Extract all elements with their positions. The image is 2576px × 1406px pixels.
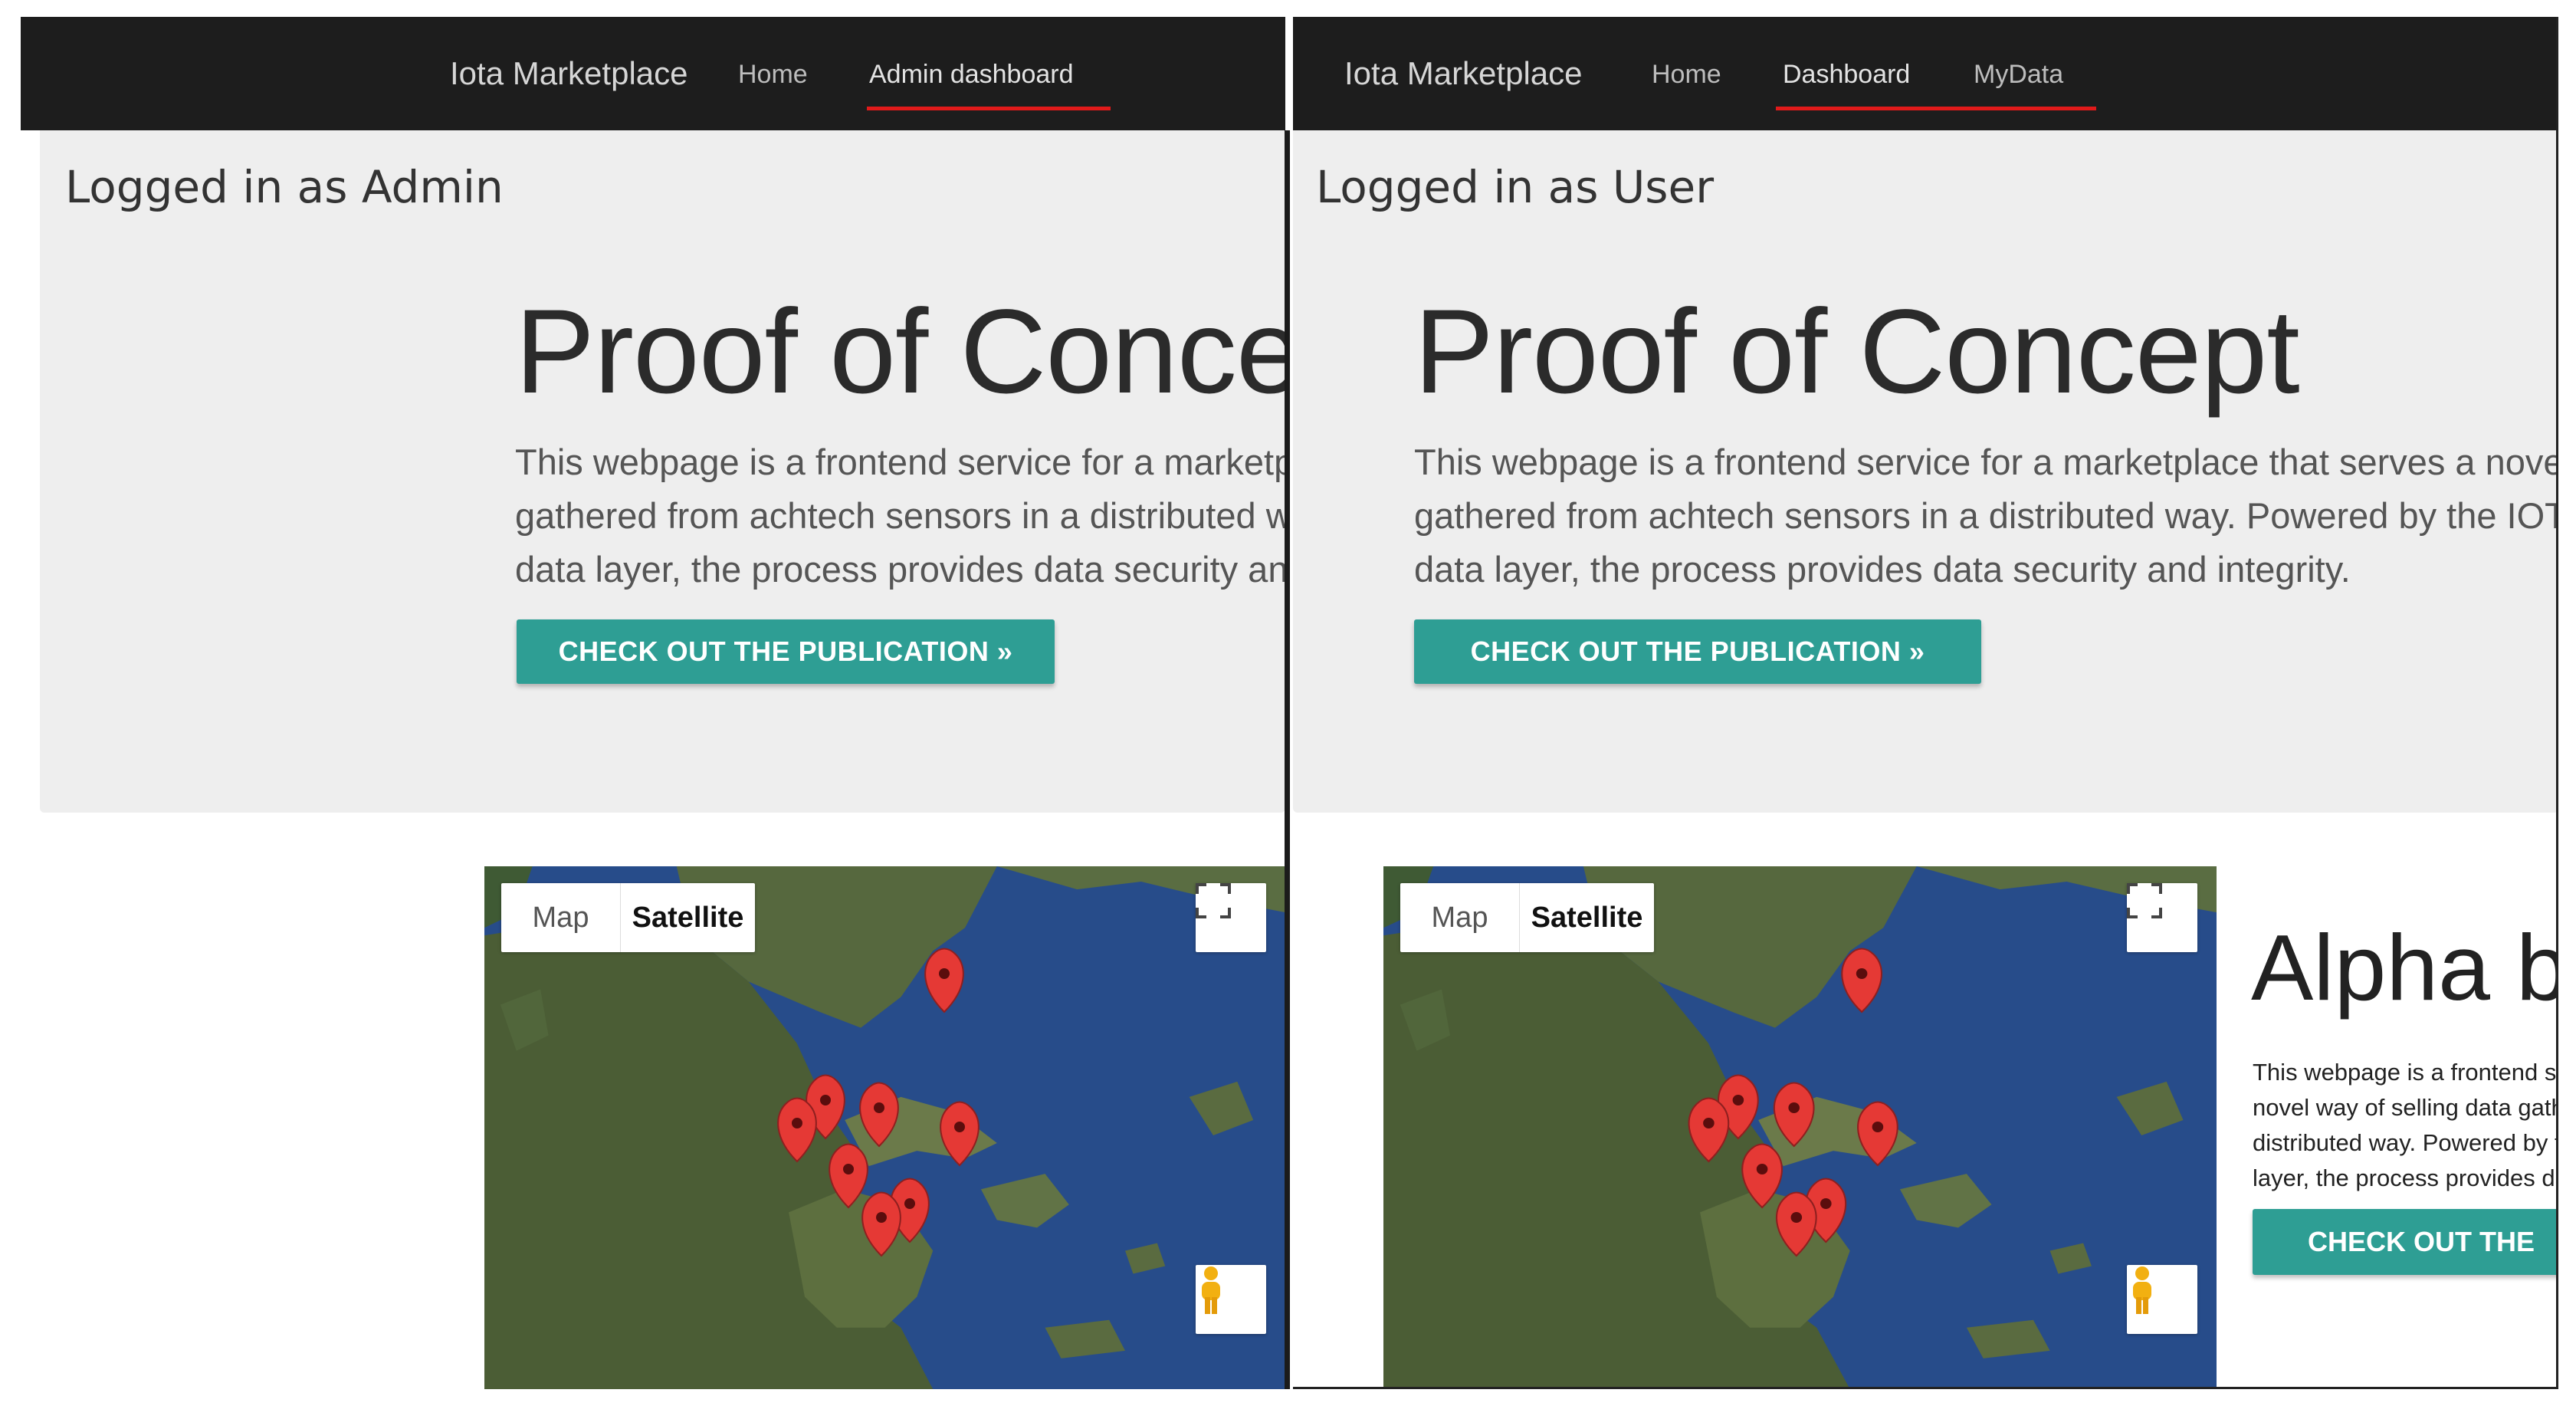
brand-link[interactable]: Iota Marketplace [450,55,688,92]
map-type-satellite[interactable]: Satellite [1520,883,1654,952]
logged-in-label: Logged in as User [1316,161,1715,213]
navbar: Iota Marketplace Home Admin dashboard [21,17,1285,130]
hero-title: Proof of Concept [515,285,1285,419]
logged-in-label: Logged in as Admin [65,161,504,213]
hero-text-line: gathered from achtech sensors in a distr… [1414,495,2558,536]
pegman-icon[interactable] [1196,1265,1266,1334]
hero-text-line: This webpage is a frontend service for a… [515,442,1285,482]
map-type-control: Map Satellite [501,883,755,952]
alpha-text-line: This webpage is a frontend service for a… [2253,1059,2557,1086]
hero-text-line: gathered from achtech sensors in a distr… [515,495,1285,536]
hero-text-line: data layer, the process provides data se… [515,549,1285,590]
hero-text-line: data layer, the process provides data se… [1414,549,2351,590]
alpha-section-description: This webpage is a frontend service for a… [2253,1055,2557,1196]
nav-dashboard[interactable]: Dashboard [1783,60,1910,90]
map-type-map[interactable]: Map [501,883,621,952]
check-publication-button[interactable]: CHECK OUT THE PUBLICATION » [1414,619,1981,684]
jumbotron: Logged in as Admin Proof of Concept This… [40,130,1285,813]
nav-home[interactable]: Home [1652,60,1721,90]
user-panel: Iota Marketplace Home Dashboard MyData L… [1293,17,2558,1389]
hero-description: This webpage is a frontend service for a… [515,435,1285,596]
fullscreen-icon[interactable] [2127,883,2197,952]
admin-panel: Iota Marketplace Home Admin dashboard Lo… [21,17,1285,1389]
check-publication-button[interactable]: CHECK OUT THE PUBLICATION » [517,619,1055,684]
map-type-control: Map Satellite [1400,883,1654,952]
nav-home[interactable]: Home [738,60,808,90]
alpha-section-title: Alpha b [2251,915,2558,1020]
alpha-text-line: distributed way. Powered by the IOTA dat… [2253,1129,2556,1156]
hero-text-line: This webpage is a frontend service for a… [1414,442,2556,482]
navbar: Iota Marketplace Home Dashboard MyData [1293,17,2556,130]
brand-link[interactable]: Iota Marketplace [1344,55,1583,92]
hero-title: Proof of Concept [1414,285,2300,419]
jumbotron: Logged in as User Proof of Concept This … [1293,130,2558,813]
map-type-map[interactable]: Map [1400,883,1520,952]
map-type-satellite[interactable]: Satellite [621,883,755,952]
map[interactable]: Map Satellite [1383,866,2217,1387]
hero-description: This webpage is a frontend service for a… [1414,435,2558,596]
alpha-text-line: novel way of selling data gathered from … [2253,1094,2556,1121]
alpha-check-publication-button[interactable]: CHECK OUT THE [2253,1209,2556,1275]
active-nav-underline [1776,107,2096,110]
nav-admin-dashboard[interactable]: Admin dashboard [869,60,1074,90]
fullscreen-icon[interactable] [1196,883,1266,952]
nav-mydata[interactable]: MyData [1974,60,2063,90]
pegman-icon[interactable] [2127,1265,2197,1334]
map[interactable]: Map Satellite [484,866,1285,1389]
alpha-text-line: layer, the process provides data securit… [2253,1165,2556,1191]
panel-divider [1285,130,1290,1389]
active-nav-underline [867,107,1111,110]
